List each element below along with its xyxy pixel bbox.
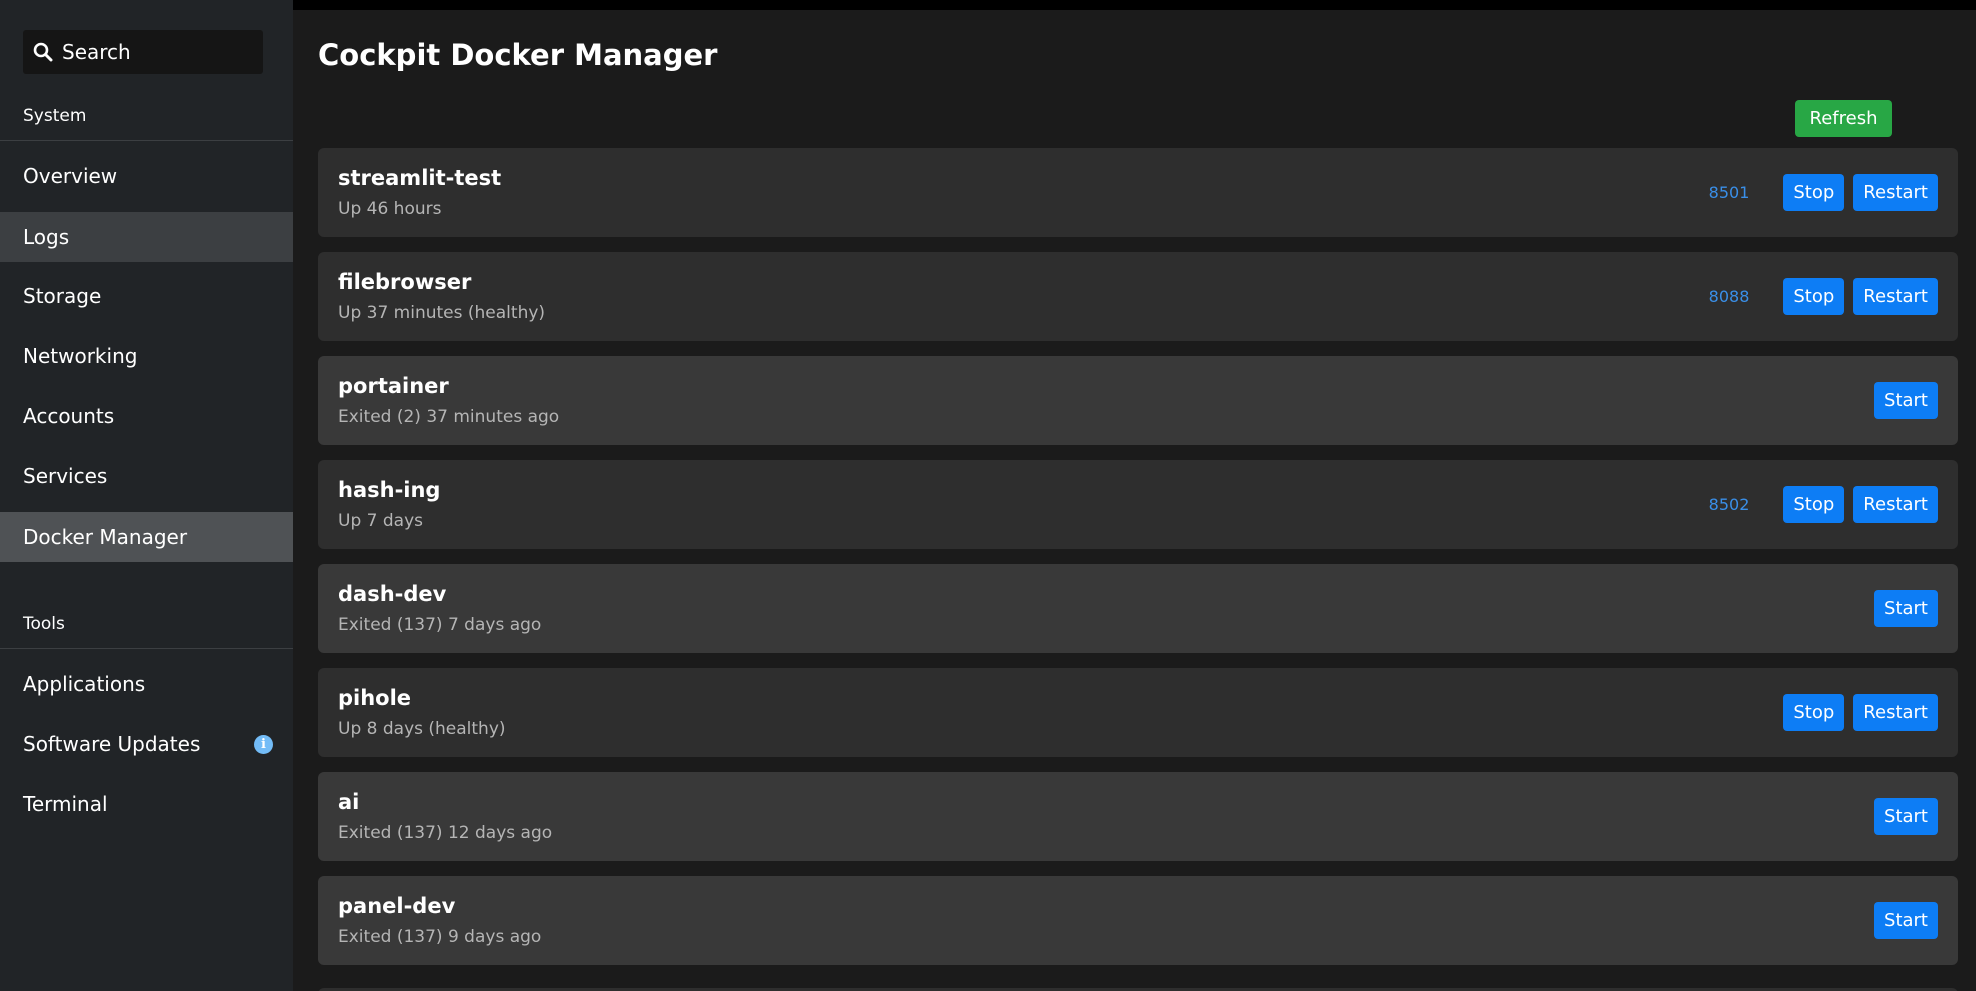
sidebar-item-networking[interactable]: Networking	[0, 331, 293, 381]
port-link[interactable]: 8088	[1709, 287, 1750, 306]
sidebar-item-services[interactable]: Services	[0, 451, 293, 501]
container-name: streamlit-test	[338, 166, 502, 190]
container-status: Up 46 hours	[338, 199, 442, 219]
container-actions: Start	[1874, 876, 1938, 965]
container-name: ai	[338, 790, 360, 814]
sidebar-item-label: Applications	[23, 672, 146, 696]
sidebar-item-applications[interactable]: Applications	[0, 659, 293, 709]
start-button[interactable]: Start	[1874, 902, 1938, 939]
sidebar-item-accounts[interactable]: Accounts	[0, 391, 293, 441]
container-status: Up 8 days (healthy)	[338, 719, 506, 739]
stop-button[interactable]: Stop	[1783, 694, 1845, 731]
container-name: pihole	[338, 686, 412, 710]
refresh-button[interactable]: Refresh	[1795, 100, 1892, 137]
restart-button[interactable]: Restart	[1853, 174, 1938, 211]
search-label: Search	[62, 40, 131, 64]
stop-button[interactable]: Stop	[1783, 174, 1845, 211]
sidebar-item-logs[interactable]: Logs	[0, 212, 293, 262]
sidebar-item-label: Logs	[23, 225, 70, 249]
info-icon: i	[254, 735, 273, 754]
search-icon	[33, 42, 53, 62]
container-name: portainer	[338, 374, 449, 398]
container-card: ai Exited (137) 12 days ago Start	[318, 772, 1958, 861]
container-status: Exited (137) 7 days ago	[338, 615, 542, 635]
container-status: Up 37 minutes (healthy)	[338, 303, 546, 323]
restart-button[interactable]: Restart	[1853, 278, 1938, 315]
stop-button[interactable]: Stop	[1783, 278, 1845, 315]
sidebar-item-overview[interactable]: Overview	[0, 151, 293, 201]
section-divider	[0, 140, 293, 141]
container-card: portainer Exited (2) 37 minutes ago Start	[318, 356, 1958, 445]
sidebar-item-label: Overview	[23, 164, 118, 188]
start-button[interactable]: Start	[1874, 382, 1938, 419]
container-actions: 8501 Stop Restart	[1709, 148, 1938, 237]
page-title: Cockpit Docker Manager	[318, 38, 718, 72]
container-status: Exited (2) 37 minutes ago	[338, 407, 560, 427]
port-link[interactable]: 8502	[1709, 495, 1750, 514]
container-status: Up 7 days	[338, 511, 423, 531]
container-actions: Stop Restart	[1783, 668, 1938, 757]
sidebar-item-label: Storage	[23, 284, 102, 308]
container-card: hash-ing Up 7 days 8502 Stop Restart	[318, 460, 1958, 549]
container-card: panel-dev Exited (137) 9 days ago Start	[318, 876, 1958, 965]
container-card: filebrowser Up 37 minutes (healthy) 8088 St…	[318, 252, 1958, 341]
start-button[interactable]: Start	[1874, 590, 1938, 627]
sidebar-item-docker-manager[interactable]: Docker Manager	[0, 512, 293, 562]
sidebar-item-label: Accounts	[23, 404, 115, 428]
sidebar-item-label: Services	[23, 464, 108, 488]
restart-button[interactable]: Restart	[1853, 486, 1938, 523]
section-title-system: System	[23, 106, 87, 126]
container-actions: 8502 Stop Restart	[1709, 460, 1938, 549]
container-name: hash-ing	[338, 478, 441, 502]
container-status: Exited (137) 12 days ago	[338, 823, 553, 843]
container-actions: Start	[1874, 564, 1938, 653]
restart-button[interactable]: Restart	[1853, 694, 1938, 731]
start-button[interactable]: Start	[1874, 798, 1938, 835]
container-card: pihole Up 8 days (healthy) Stop Restart	[318, 668, 1958, 757]
port-link[interactable]: 8501	[1709, 183, 1750, 202]
container-status: Exited (137) 9 days ago	[338, 927, 542, 947]
sidebar-item-label: Networking	[23, 344, 138, 368]
top-strip	[293, 0, 1976, 10]
search-input[interactable]: Search	[23, 30, 263, 74]
container-list: streamlit-test Up 46 hours 8501 Stop Restart…	[318, 148, 1958, 980]
container-card: streamlit-test Up 46 hours 8501 Stop Restart	[318, 148, 1958, 237]
section-title-tools: Tools	[23, 614, 65, 634]
container-name: dash-dev	[338, 582, 447, 606]
main-content: Cockpit Docker Manager Refresh streamlit…	[293, 10, 1976, 991]
container-name: filebrowser	[338, 270, 472, 294]
sidebar-item-label: Docker Manager	[23, 525, 188, 549]
sidebar-item-software-updates[interactable]: Software Updates i	[0, 719, 293, 769]
container-name: panel-dev	[338, 894, 456, 918]
container-actions: Start	[1874, 356, 1938, 445]
stop-button[interactable]: Stop	[1783, 486, 1845, 523]
section-divider	[0, 648, 293, 649]
sidebar-item-terminal[interactable]: Terminal	[0, 779, 293, 829]
sidebar: Search System Overview Logs Storage Netw…	[0, 0, 293, 991]
sidebar-item-label: Software Updates	[23, 732, 201, 756]
container-card: dash-dev Exited (137) 7 days ago Start	[318, 564, 1958, 653]
sidebar-item-label: Terminal	[23, 792, 108, 816]
container-actions: Start	[1874, 772, 1938, 861]
sidebar-item-storage[interactable]: Storage	[0, 271, 293, 321]
container-actions: 8088 Stop Restart	[1709, 252, 1938, 341]
